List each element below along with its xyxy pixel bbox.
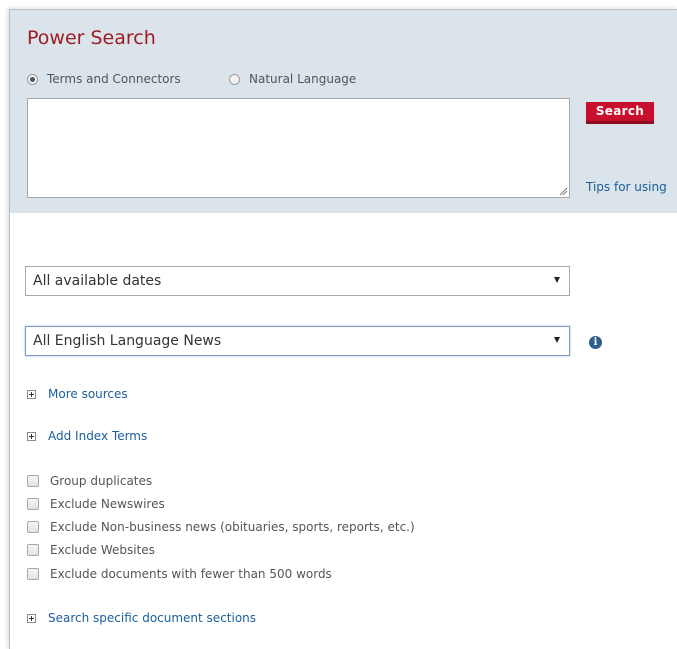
option-label: Exclude Websites <box>50 543 155 557</box>
more-sources-label[interactable]: More sources <box>48 387 128 401</box>
dropdown-arrow-icon <box>554 337 560 343</box>
radio-terms-and-connectors[interactable]: Terms and Connectors <box>27 71 181 87</box>
radio-button[interactable] <box>229 73 240 85</box>
checkbox[interactable] <box>27 544 39 556</box>
date-range-value: All available dates <box>33 273 162 289</box>
option-label: Exclude Non-business news (obituaries, s… <box>50 520 415 534</box>
tips-link[interactable]: Tips for using <box>586 180 667 194</box>
option-group-duplicates[interactable]: Group duplicates <box>27 473 152 489</box>
option-label: Group duplicates <box>50 474 153 488</box>
dropdown-arrow-icon <box>554 277 560 283</box>
power-search-panel: Power Search Terms and Connectors Natura… <box>9 9 677 649</box>
search-query-input[interactable] <box>27 98 570 198</box>
source-value: All English Language News <box>33 333 222 349</box>
option-exclude-websites[interactable]: Exclude Websites <box>27 542 155 558</box>
date-range-select[interactable]: All available dates <box>25 266 570 296</box>
option-label: Exclude Newswires <box>50 497 165 511</box>
checkbox[interactable] <box>27 568 39 580</box>
info-icon[interactable]: i <box>589 336 602 349</box>
resize-grip-icon[interactable] <box>558 186 568 196</box>
option-exclude-short-documents[interactable]: Exclude documents with fewer than 500 wo… <box>27 566 332 582</box>
plus-box-icon[interactable] <box>27 431 36 441</box>
checkbox[interactable] <box>27 475 39 487</box>
more-sources-expander[interactable]: More sources <box>27 387 128 401</box>
page-title: Power Search <box>27 27 156 49</box>
option-exclude-non-business-news[interactable]: Exclude Non-business news (obituaries, s… <box>27 519 415 535</box>
radio-button[interactable] <box>27 73 38 85</box>
checkbox[interactable] <box>27 521 39 533</box>
add-index-terms-label[interactable]: Add Index Terms <box>48 429 147 443</box>
source-select[interactable]: All English Language News <box>25 326 570 356</box>
add-index-terms-expander[interactable]: Add Index Terms <box>27 429 147 443</box>
document-sections-label[interactable]: Search specific document sections <box>48 611 256 625</box>
radio-label: Natural Language <box>249 72 357 86</box>
option-exclude-newswires[interactable]: Exclude Newswires <box>27 496 165 512</box>
option-label: Exclude documents with fewer than 500 wo… <box>50 567 332 581</box>
checkbox[interactable] <box>27 498 39 510</box>
radio-label: Terms and Connectors <box>47 72 181 86</box>
plus-box-icon[interactable] <box>27 389 36 399</box>
plus-box-icon[interactable] <box>27 613 36 623</box>
document-sections-expander[interactable]: Search specific document sections <box>27 611 256 625</box>
search-input-area: Power Search Terms and Connectors Natura… <box>10 10 677 213</box>
radio-natural-language[interactable]: Natural Language <box>229 71 356 87</box>
search-button[interactable]: Search <box>586 102 654 124</box>
